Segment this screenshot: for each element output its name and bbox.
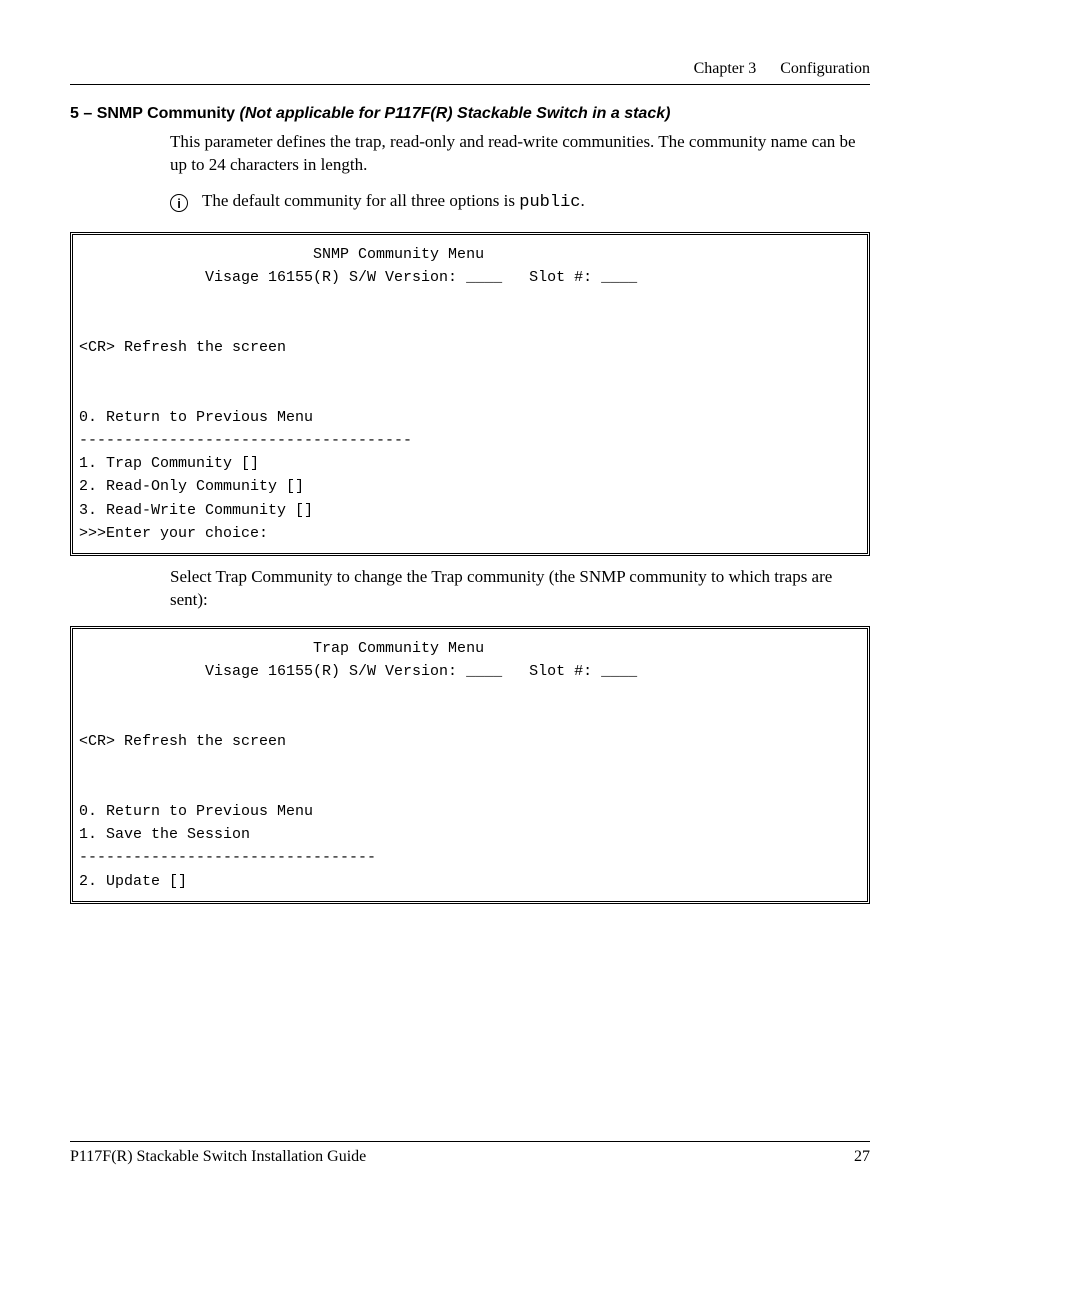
info-mono: public: [519, 193, 580, 212]
paragraph-2: Select Trap Community to change the Trap…: [170, 566, 870, 612]
info-text-before: The default community for all three opti…: [202, 191, 519, 210]
info-line: i The default community for all three op…: [170, 191, 870, 212]
header-title: Configuration: [780, 60, 870, 77]
paragraph-1: This parameter defines the trap, read-on…: [170, 131, 870, 177]
terminal-snmp-community: SNMP Community Menu Visage 16155(R) S/W …: [70, 232, 870, 556]
page-footer: P117F(R) Stackable Switch Installation G…: [70, 1141, 870, 1166]
info-icon: i: [170, 194, 188, 212]
page-header: Chapter 3 Configuration: [70, 60, 870, 85]
info-text-after: .: [580, 191, 584, 210]
footer-page-number: 27: [854, 1148, 870, 1166]
info-text: The default community for all three opti…: [202, 191, 585, 212]
terminal-trap-community: Trap Community Menu Visage 16155(R) S/W …: [70, 626, 870, 904]
header-chapter: Chapter 3: [694, 60, 757, 77]
footer-title: P117F(R) Stackable Switch Installation G…: [70, 1148, 366, 1166]
section-prefix: 5 – SNMP Community: [70, 105, 240, 122]
section-heading: 5 – SNMP Community (Not applicable for P…: [70, 105, 870, 123]
section-italic: (Not applicable for P117F(R) Stackable S…: [240, 105, 671, 122]
